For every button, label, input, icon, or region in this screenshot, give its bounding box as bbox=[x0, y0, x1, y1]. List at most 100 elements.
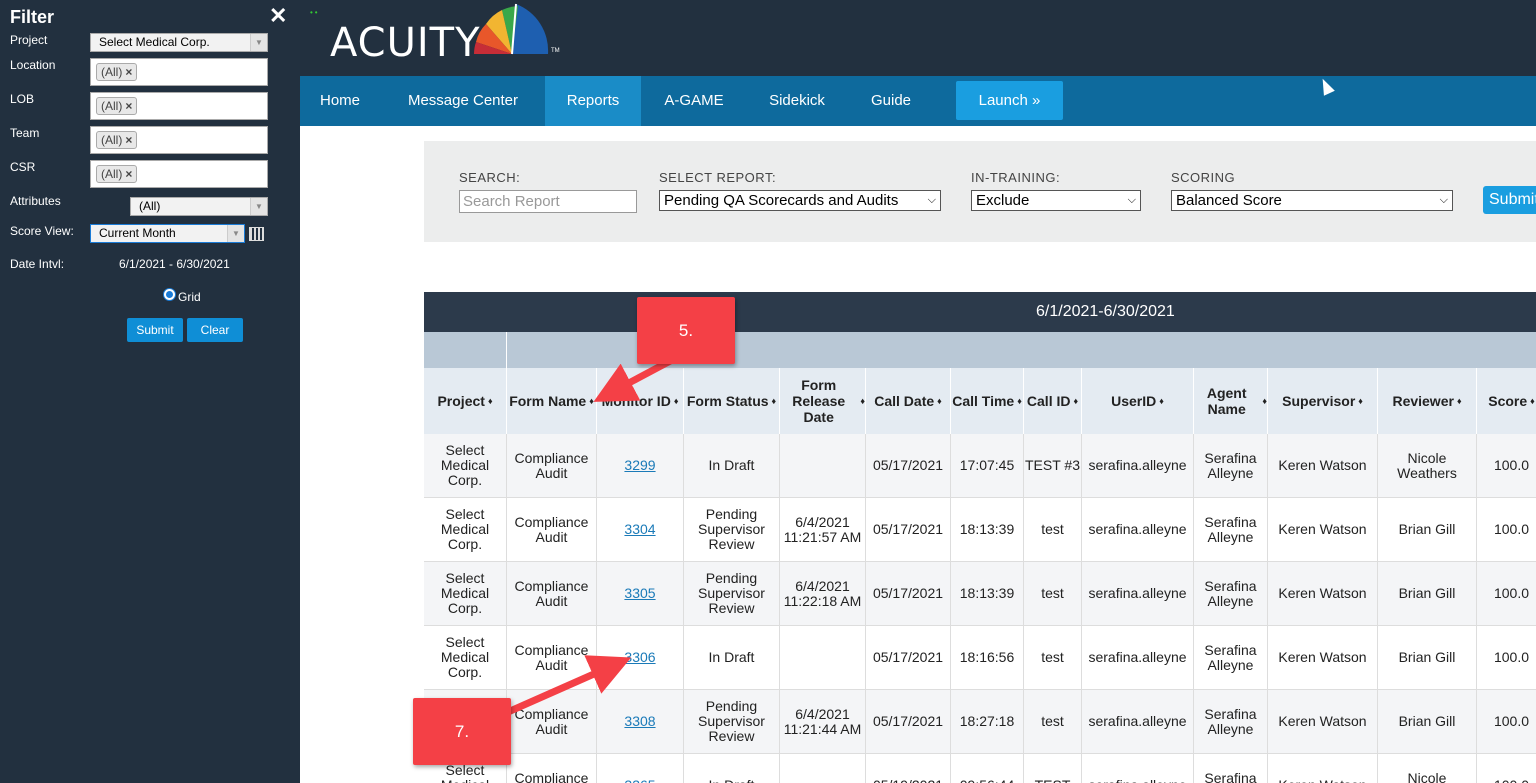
remove-tag-icon[interactable]: × bbox=[125, 133, 132, 147]
table-cell-call-date: 05/17/2021 bbox=[866, 626, 951, 690]
table-cell-score: 100.0 bbox=[1477, 754, 1536, 783]
report-date-range-header: 6/1/2021-6/30/2021 bbox=[424, 292, 1536, 332]
nav-guide[interactable]: Guide bbox=[856, 76, 926, 126]
sort-icon[interactable]: ♦ bbox=[860, 393, 865, 409]
filter-submit-button[interactable]: Submit bbox=[127, 318, 183, 342]
nav-a-game[interactable]: A-GAME bbox=[650, 76, 738, 126]
remove-tag-icon[interactable]: × bbox=[125, 65, 132, 79]
csr-tag[interactable]: (All) × bbox=[96, 165, 138, 183]
sort-icon[interactable]: ♦ bbox=[674, 393, 679, 409]
sort-icon[interactable]: ♦ bbox=[589, 393, 594, 409]
sort-icon[interactable]: ♦ bbox=[772, 393, 777, 409]
column-header-form-release-date[interactable]: Form Release Date ♦ bbox=[780, 368, 866, 434]
remove-tag-icon[interactable]: × bbox=[125, 99, 132, 113]
calendar-icon[interactable] bbox=[249, 227, 264, 241]
column-header-monitor-id[interactable]: Monitor ID ♦ bbox=[597, 368, 684, 434]
sort-icon[interactable]: ♦ bbox=[1073, 393, 1078, 409]
column-header-agent-name[interactable]: Agent Name ♦ bbox=[1194, 368, 1268, 434]
filter-clear-button[interactable]: Clear bbox=[187, 318, 243, 342]
table-cell-score: 100.0 bbox=[1477, 626, 1536, 690]
monitor-id-link[interactable]: 3308 bbox=[624, 714, 655, 729]
scoring-dropdown[interactable]: Balanced Score ⌵ bbox=[1171, 190, 1453, 211]
select-report-dropdown[interactable]: Pending QA Scorecards and Audits ⌵ bbox=[659, 190, 941, 211]
table-cell-form-name: Compliance Audit bbox=[507, 754, 597, 783]
team-multiselect[interactable]: (All) × bbox=[90, 126, 268, 154]
grid-radio[interactable] bbox=[163, 288, 176, 301]
column-header-form-status[interactable]: Form Status ♦ bbox=[684, 368, 780, 434]
csr-multiselect[interactable]: (All) × bbox=[90, 160, 268, 188]
table-cell-call-date: 05/17/2021 bbox=[866, 498, 951, 562]
sort-icon[interactable]: ♦ bbox=[1457, 393, 1462, 409]
sort-icon[interactable]: ♦ bbox=[1358, 393, 1363, 409]
table-cell-form-release-date: 6/4/2021 11:21:57 AM bbox=[780, 498, 866, 562]
table-cell-userid: serafina.alleyne bbox=[1082, 562, 1194, 626]
monitor-id-link[interactable]: 3365 bbox=[624, 778, 655, 783]
close-icon[interactable]: ✕ bbox=[269, 5, 287, 27]
nav-sidekick[interactable]: Sidekick bbox=[752, 76, 842, 126]
project-label: Project bbox=[10, 33, 48, 47]
sort-icon[interactable]: ♦ bbox=[1262, 393, 1267, 409]
table-cell-monitor-id: 3365 bbox=[597, 754, 684, 783]
monitor-id-link[interactable]: 3299 bbox=[624, 458, 655, 473]
column-header-userid[interactable]: UserID ♦ bbox=[1082, 368, 1194, 434]
lob-multiselect[interactable]: (All) × bbox=[90, 92, 268, 120]
monitor-id-link[interactable]: 3305 bbox=[624, 586, 655, 601]
team-label: Team bbox=[10, 126, 40, 140]
column-header-call-id[interactable]: Call ID ♦ bbox=[1024, 368, 1082, 434]
team-tag[interactable]: (All) × bbox=[96, 131, 138, 149]
column-header-supervisor[interactable]: Supervisor ♦ bbox=[1268, 368, 1378, 434]
in-training-dropdown[interactable]: Exclude ⌵ bbox=[971, 190, 1141, 211]
search-input[interactable]: Search Report bbox=[459, 190, 637, 213]
table-cell-agent-name: Serafina Alleyne bbox=[1194, 626, 1268, 690]
attributes-select-value: (All) bbox=[139, 199, 161, 213]
lob-tag[interactable]: (All) × bbox=[96, 97, 138, 115]
column-header-form-name[interactable]: Form Name ♦ bbox=[507, 368, 597, 434]
nav-message-center[interactable]: Message Center bbox=[392, 76, 534, 126]
project-select[interactable]: Select Medical Corp. ▼ bbox=[90, 33, 268, 52]
table-cell-form-name: Compliance Audit bbox=[507, 498, 597, 562]
monitor-id-link[interactable]: 3306 bbox=[624, 650, 655, 665]
table-cell-form-status: Pending Supervisor Review bbox=[684, 562, 780, 626]
filter-panel: Filter ✕ Project Select Medical Corp. ▼ … bbox=[0, 0, 300, 783]
column-header-project[interactable]: Project ♦ bbox=[424, 368, 507, 434]
launch-button[interactable]: Launch » bbox=[956, 81, 1063, 120]
score-view-label: Score View: bbox=[10, 224, 74, 238]
table-cell-call-id: test bbox=[1024, 690, 1082, 754]
chevron-down-icon: ⌵ bbox=[1439, 194, 1448, 206]
column-header-call-date[interactable]: Call Date ♦ bbox=[866, 368, 951, 434]
table-cell-agent-name: Serafina Alleyne bbox=[1194, 754, 1268, 783]
table-cell-call-time: 18:16:56 bbox=[951, 626, 1024, 690]
location-tag[interactable]: (All) × bbox=[96, 63, 138, 81]
sort-icon[interactable]: ♦ bbox=[1530, 393, 1535, 409]
table-cell-form-release-date bbox=[780, 754, 866, 783]
date-interval-label: Date Intvl: bbox=[10, 257, 65, 271]
sort-icon[interactable]: ♦ bbox=[937, 393, 942, 409]
table-cell-supervisor: Keren Watson bbox=[1268, 626, 1378, 690]
sort-icon[interactable]: ♦ bbox=[488, 393, 493, 409]
table-cell-form-name: Compliance Audit bbox=[507, 626, 597, 690]
report-submit-button[interactable]: Submit bbox=[1483, 186, 1536, 214]
table-cell-monitor-id: 3306 bbox=[597, 626, 684, 690]
monitor-id-link[interactable]: 3304 bbox=[624, 522, 655, 537]
logo-trademark: TM bbox=[551, 48, 560, 54]
column-header-label: Reviewer bbox=[1392, 393, 1454, 409]
column-header-reviewer[interactable]: Reviewer ♦ bbox=[1378, 368, 1477, 434]
score-view-select[interactable]: Current Month ▼ bbox=[90, 224, 245, 243]
callout-step-7: 7. bbox=[413, 698, 511, 765]
sort-icon[interactable]: ♦ bbox=[1159, 393, 1164, 409]
select-report-label: SELECT REPORT: bbox=[659, 170, 777, 185]
sort-icon[interactable]: ♦ bbox=[1017, 393, 1022, 409]
column-header-label: Call Date bbox=[874, 393, 935, 409]
table-cell-monitor-id: 3299 bbox=[597, 434, 684, 498]
remove-tag-icon[interactable]: × bbox=[125, 167, 132, 181]
column-header-call-time[interactable]: Call Time ♦ bbox=[951, 368, 1024, 434]
column-header-label: Call ID bbox=[1026, 393, 1071, 409]
nav-home[interactable]: Home bbox=[300, 76, 380, 126]
column-header-label: UserID bbox=[1111, 393, 1157, 409]
location-multiselect[interactable]: (All) × bbox=[90, 58, 268, 86]
attributes-select[interactable]: (All) ▼ bbox=[130, 197, 268, 216]
table-cell-userid: serafina.alleyne bbox=[1082, 626, 1194, 690]
nav-reports[interactable]: Reports bbox=[545, 76, 641, 126]
column-header-score[interactable]: Score ♦ bbox=[1477, 368, 1536, 434]
column-header-label: Score bbox=[1488, 393, 1528, 409]
